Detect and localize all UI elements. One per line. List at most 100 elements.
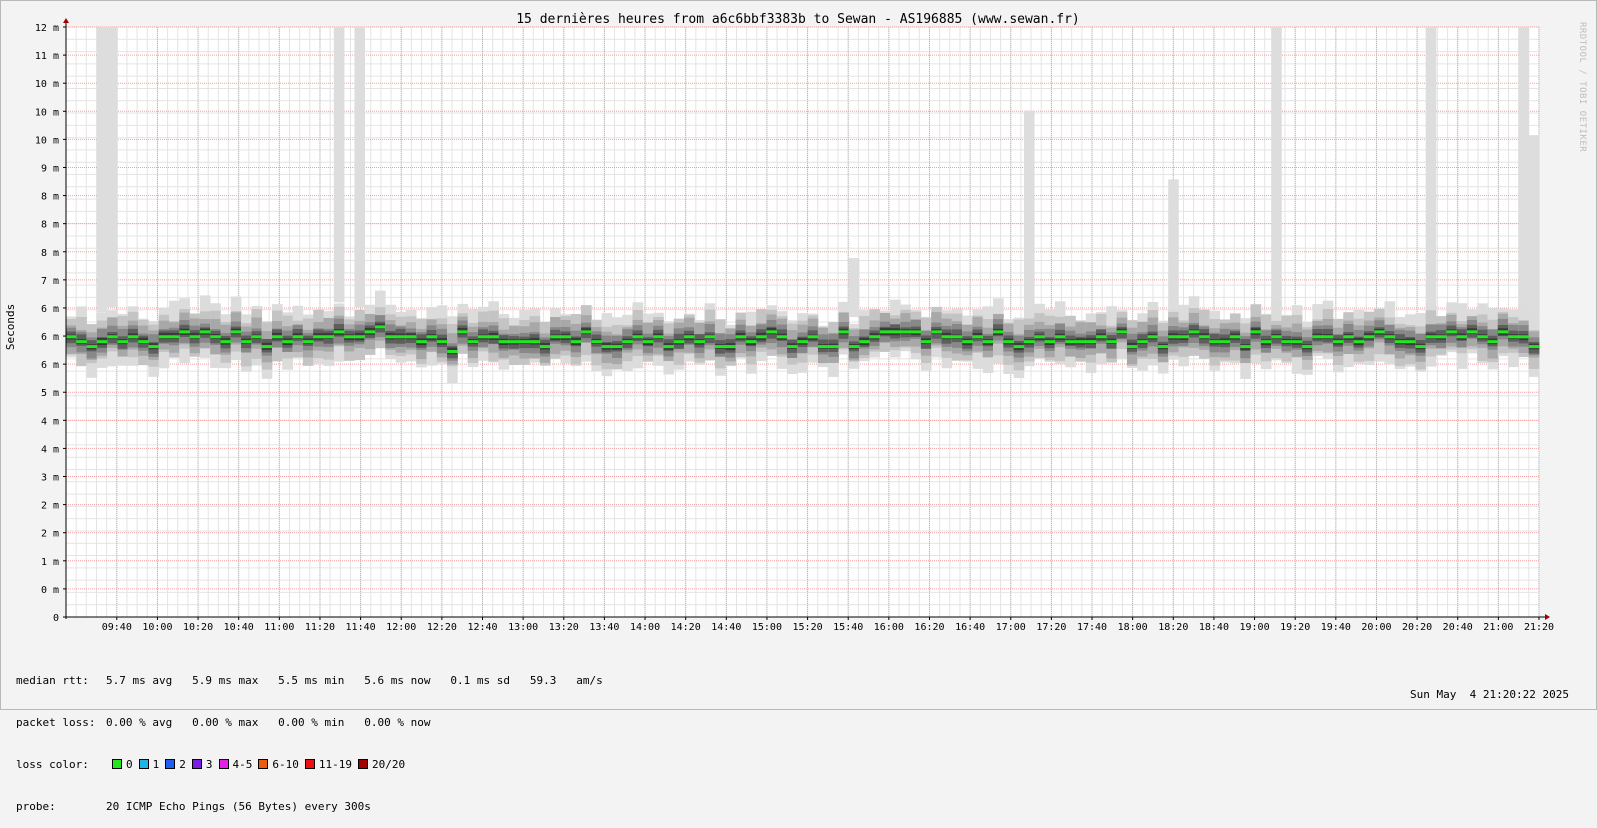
- smoke-spike: [1528, 135, 1540, 318]
- median-point: [405, 335, 417, 339]
- median-point: [756, 335, 767, 339]
- median-point: [1023, 340, 1035, 344]
- smoke-column: [1116, 310, 1128, 359]
- x-tick-labels: 09:40 10:00 10:20 10:40 11:00 11:20 11:40 12:00…: [102, 617, 1554, 633]
- smoke-column: [230, 296, 242, 361]
- median-point: [1219, 340, 1231, 344]
- median-point: [828, 345, 839, 349]
- x-tick-label: 20:20: [1402, 622, 1432, 633]
- median-point: [189, 335, 201, 339]
- smoke-column: [169, 300, 180, 358]
- median-point: [1126, 345, 1138, 349]
- median-point: [261, 345, 273, 349]
- y-tick-label: 1 m: [41, 557, 59, 568]
- median-point: [354, 335, 366, 339]
- median-point: [1332, 340, 1344, 344]
- smoke-column: [1044, 309, 1056, 363]
- x-tick-label: 12:20: [427, 622, 457, 633]
- smoke-column: [86, 324, 98, 378]
- y-tick-label: 11 m: [35, 51, 59, 62]
- x-tick-label: 11:40: [346, 622, 376, 633]
- smoke-column: [529, 308, 541, 363]
- median-point: [1343, 335, 1354, 339]
- y-tick-label: 6 m: [41, 332, 59, 343]
- x-tick-label: 20:40: [1443, 622, 1473, 633]
- smoke-spike: [354, 27, 366, 308]
- median-point: [66, 335, 77, 339]
- x-tick-label: 16:40: [955, 622, 985, 633]
- smoke-column: [488, 301, 499, 363]
- median-point: [1003, 340, 1014, 344]
- y-tick-label: 6 m: [41, 304, 59, 315]
- y-tick-label: 12 m: [35, 23, 59, 34]
- median-point: [776, 335, 788, 339]
- y-tick-label: 4 m: [41, 444, 59, 455]
- median-point: [1157, 345, 1169, 349]
- median-point: [1188, 330, 1200, 334]
- median-point: [910, 330, 922, 334]
- median-point: [1446, 330, 1457, 334]
- x-tick-label: 13:40: [589, 622, 619, 633]
- median-point: [508, 340, 520, 344]
- smoke-column: [344, 316, 355, 361]
- plot-area: 0 0 m 1 m 2 m 2 m 3 m 4 m 4 m 5 m 6 m 6 m 6 m 7 m 8 m…: [35, 18, 1554, 633]
- loss-color-legend: 0 1 2 3 4-5 6-10 11-19 20/20: [106, 758, 405, 771]
- probe-label: probe:: [16, 800, 56, 813]
- smoke-column: [1343, 312, 1354, 368]
- smoke-spike: [1518, 27, 1529, 308]
- median-point: [1229, 335, 1241, 339]
- median-point: [1250, 330, 1262, 334]
- x-tick-label: 17:40: [1077, 622, 1107, 633]
- median-point: [1477, 335, 1488, 339]
- loss-color-swatch: [304, 759, 315, 769]
- median-point: [519, 340, 530, 344]
- median-point: [313, 335, 324, 339]
- packet-loss-values: 0.00 % avg 0.00 % max 0.00 % min 0.00 % …: [106, 716, 431, 729]
- smoke-column: [1363, 311, 1375, 366]
- median-point: [550, 335, 561, 339]
- smoke-column: [1487, 308, 1499, 370]
- smoke-column: [375, 290, 386, 349]
- median-rtt-values: 5.7 ms avg 5.9 ms max 5.5 ms min 5.6 ms …: [106, 674, 603, 687]
- median-point: [539, 345, 551, 349]
- smoke-column: [519, 310, 530, 365]
- smoke-column: [1518, 27, 1529, 358]
- x-tick-label: 18:20: [1158, 622, 1188, 633]
- loss-color-swatch: [138, 759, 149, 769]
- smoke-column: [838, 301, 850, 355]
- smoke-column: [447, 316, 458, 384]
- median-point: [859, 340, 870, 344]
- median-point: [1487, 340, 1499, 344]
- chart-title: 15 dernières heures from a6c6bbf3383b to…: [516, 12, 1080, 27]
- median-point: [1137, 340, 1148, 344]
- smoke-column: [1188, 296, 1200, 356]
- median-point: [694, 340, 705, 344]
- loss-color-swatch: [165, 759, 176, 769]
- median-point: [714, 345, 726, 349]
- median-point: [127, 335, 139, 339]
- median-point: [1466, 330, 1478, 334]
- smoke-column: [869, 309, 881, 358]
- median-point: [1384, 335, 1396, 339]
- smoke-column: [1199, 309, 1210, 359]
- smoke-column: [1291, 305, 1303, 374]
- smoke-column: [1332, 318, 1344, 373]
- median-point: [817, 345, 829, 349]
- median-point: [570, 340, 582, 344]
- smoke-column: [611, 317, 623, 370]
- smoke-column: [951, 308, 963, 361]
- smoke-column: [673, 318, 685, 370]
- median-point: [1013, 345, 1025, 349]
- median-point: [653, 335, 664, 339]
- x-tick-label: 14:00: [630, 622, 660, 633]
- loss-color-swatch: [358, 759, 368, 769]
- smoke-column: [1126, 320, 1138, 369]
- median-point: [302, 340, 314, 344]
- smoke-column: [436, 305, 448, 365]
- median-point: [848, 345, 860, 349]
- y-tick-label: 4 m: [41, 416, 59, 427]
- smoke-column: [704, 303, 716, 361]
- median-point: [1415, 345, 1426, 349]
- y-tick-label: 9 m: [41, 163, 59, 174]
- smoke-column: [1281, 314, 1293, 364]
